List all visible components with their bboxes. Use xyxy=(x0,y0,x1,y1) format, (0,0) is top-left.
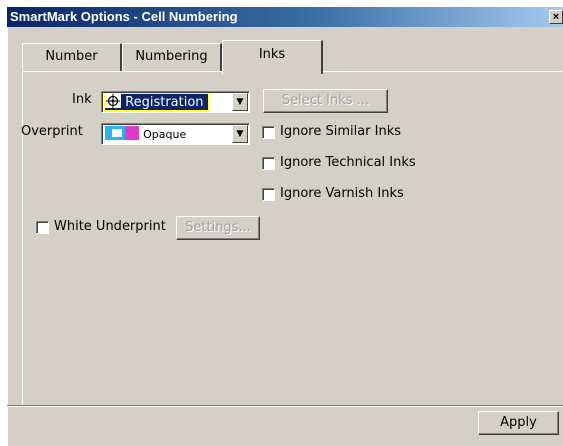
dialog-window: SmartMark Options - Cell Numbering × Num… xyxy=(7,7,563,446)
ignore-varnish-label[interactable]: Ignore Varnish Inks xyxy=(280,186,404,201)
overprint-label: Overprint xyxy=(21,124,83,139)
close-icon: × xyxy=(552,11,560,23)
ignore-similar-checkbox[interactable] xyxy=(262,126,275,139)
apply-button[interactable]: Apply xyxy=(478,411,559,435)
registration-mark-icon xyxy=(105,94,121,108)
ink-selected-value: Registration xyxy=(104,93,209,111)
tab-inks-label: Inks xyxy=(258,47,286,62)
tab-number-label: Number xyxy=(45,49,98,64)
ignore-technical-label[interactable]: Ignore Technical Inks xyxy=(280,155,416,170)
window-title: SmartMark Options - Cell Numbering xyxy=(10,9,238,24)
close-button[interactable]: × xyxy=(549,10,563,24)
white-underprint-checkbox[interactable] xyxy=(36,221,49,234)
chevron-down-icon[interactable]: ▼ xyxy=(232,93,248,111)
opaque-swatch-icon xyxy=(105,126,139,140)
tab-inks[interactable]: Inks xyxy=(222,40,323,74)
tab-number[interactable]: Number xyxy=(22,43,122,71)
white-underprint-label[interactable]: White Underprint xyxy=(54,219,166,234)
overprint-select[interactable]: Opaque ▼ xyxy=(101,123,250,145)
ignore-varnish-checkbox[interactable] xyxy=(262,188,275,201)
ink-value-text: Registration xyxy=(125,95,204,110)
ignore-technical-checkbox[interactable] xyxy=(262,157,275,170)
overprint-selected-value: Opaque xyxy=(105,126,190,142)
footer-separator xyxy=(7,405,563,407)
ignore-similar-label[interactable]: Ignore Similar Inks xyxy=(280,124,401,139)
chevron-down-icon[interactable]: ▼ xyxy=(232,125,248,143)
ink-label: Ink xyxy=(72,92,92,107)
tab-numbering-label: Numbering xyxy=(135,49,208,64)
ink-select[interactable]: Registration ▼ xyxy=(101,91,250,113)
tab-numbering[interactable]: Numbering xyxy=(122,43,222,71)
settings-button[interactable]: Settings... xyxy=(176,216,260,240)
title-bar: SmartMark Options - Cell Numbering × xyxy=(7,7,563,27)
select-inks-button[interactable]: Select Inks ... xyxy=(263,89,388,113)
inks-panel xyxy=(22,71,562,406)
overprint-value-text: Opaque xyxy=(143,128,187,141)
